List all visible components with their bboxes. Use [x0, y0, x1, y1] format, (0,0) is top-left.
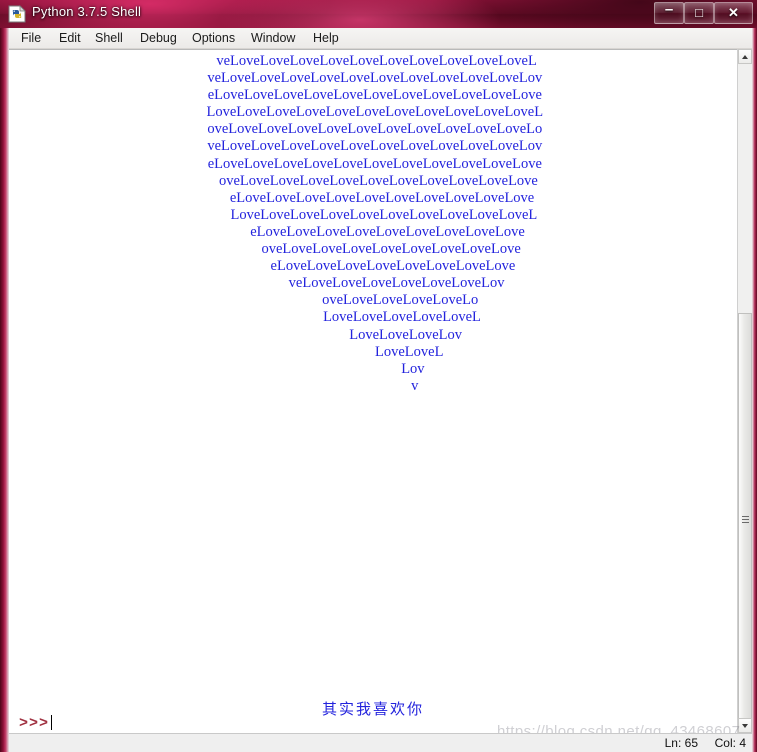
- heart-ascii-art: veLoveLoveLoveLoveLoveLoveLoveLoveLoveLo…: [9, 53, 737, 395]
- menu-item-debug[interactable]: Debug: [140, 31, 177, 45]
- vertical-scrollbar[interactable]: [737, 49, 752, 733]
- heart-line: eLoveLoveLoveLoveLoveLoveLoveLoveLoveLov…: [204, 87, 542, 104]
- heart-line: eLoveLoveLoveLoveLoveLoveLoveLoveLove: [221, 223, 525, 240]
- window-border-left: [0, 28, 9, 752]
- heart-line: Lov: [321, 360, 425, 377]
- scroll-down-arrow-icon[interactable]: [738, 718, 752, 733]
- menu-item-file[interactable]: File: [21, 31, 41, 45]
- heart-line: oveLoveLoveLoveLoveLoveLoveLoveLove: [225, 241, 521, 258]
- heart-line: veLoveLoveLoveLoveLoveLoveLoveLoveLoveLo…: [203, 138, 543, 155]
- status-column-number: Col: 4: [714, 736, 746, 750]
- scroll-thumb[interactable]: [738, 313, 752, 725]
- minimize-icon: –: [664, 1, 674, 18]
- heart-line: eLoveLoveLoveLoveLoveLoveLoveLove: [230, 258, 516, 275]
- shell-prompt: >>>: [19, 715, 50, 732]
- text-caret: [51, 715, 52, 730]
- menu-item-help[interactable]: Help: [313, 31, 339, 45]
- chinese-message: 其实我喜欢你: [321, 700, 424, 718]
- heart-line: eLoveLoveLoveLoveLoveLoveLoveLoveLoveLov…: [204, 155, 542, 172]
- heart-line: LoveLoveLoveLoveLoveLoveLoveLoveLoveLove…: [208, 206, 538, 223]
- window-border-right: [752, 28, 757, 752]
- title-bar[interactable]: Python 3.7.5 Shell – □ ✕: [0, 0, 757, 28]
- heart-line: veLoveLoveLoveLoveLoveLoveLoveLoveLoveLo…: [209, 53, 537, 69]
- status-bar: Ln: 65 Col: 4: [9, 733, 752, 752]
- heart-line: LoveLoveLoveLov: [284, 326, 462, 343]
- heart-line: veLoveLoveLoveLoveLoveLoveLoveLoveLoveLo…: [203, 70, 543, 87]
- python-idle-icon: [8, 5, 26, 23]
- maximize-button[interactable]: □: [684, 2, 714, 24]
- heart-line: oveLoveLoveLoveLoveLo: [267, 292, 479, 309]
- menu-item-edit[interactable]: Edit: [59, 31, 81, 45]
- menu-item-shell[interactable]: Shell: [95, 31, 123, 45]
- close-button[interactable]: ✕: [714, 2, 753, 24]
- heart-line: LoveLoveLoveLoveLoveLoveLoveLoveLoveLove…: [202, 104, 544, 121]
- minimize-button[interactable]: –: [654, 2, 684, 24]
- scroll-thumb-grip-icon: [742, 516, 749, 523]
- maximize-icon: □: [695, 5, 703, 20]
- python-shell-window: Python 3.7.5 Shell – □ ✕ File Edit Shell…: [0, 0, 757, 752]
- menu-bar: File Edit Shell Debug Options Window Hel…: [9, 28, 752, 49]
- window-title: Python 3.7.5 Shell: [32, 4, 142, 19]
- heart-line: veLoveLoveLoveLoveLoveLoveLov: [241, 275, 505, 292]
- heart-line: v: [327, 377, 419, 394]
- status-line-number: Ln: 65: [664, 736, 698, 750]
- heart-line: LoveLoveLoveLoveLoveL: [265, 309, 481, 326]
- shell-text-area[interactable]: veLoveLoveLoveLoveLoveLoveLoveLoveLoveLo…: [9, 49, 737, 733]
- heart-line: oveLoveLoveLoveLoveLoveLoveLoveLoveLoveL…: [203, 121, 543, 138]
- heart-line: LoveLoveL: [302, 343, 444, 360]
- menu-item-options[interactable]: Options: [192, 31, 235, 45]
- scroll-up-arrow-icon[interactable]: [738, 49, 752, 64]
- heart-line: eLoveLoveLoveLoveLoveLoveLoveLoveLoveLov…: [211, 189, 535, 206]
- heart-line: oveLoveLoveLoveLoveLoveLoveLoveLoveLoveL…: [208, 172, 538, 189]
- menu-item-window[interactable]: Window: [251, 31, 295, 45]
- close-icon: ✕: [728, 5, 739, 20]
